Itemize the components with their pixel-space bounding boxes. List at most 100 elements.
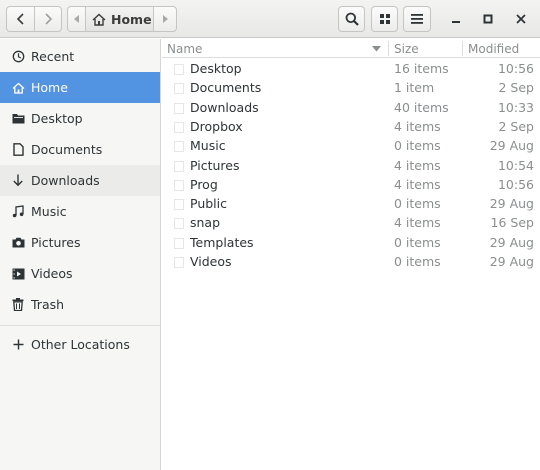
file-modified: 29 Aug <box>489 138 534 154</box>
sidebar-item-downloads[interactable]: Downloads <box>0 165 160 196</box>
file-name: Public <box>190 196 227 212</box>
file-modified: 10:56 <box>497 176 534 192</box>
sidebar-item-other-locations[interactable]: Other Locations <box>0 329 160 360</box>
camera-icon <box>11 236 25 250</box>
column-divider[interactable] <box>388 41 389 56</box>
table-row[interactable]: Downloads 40 items 10:33 <box>162 98 540 117</box>
table-row[interactable]: Prog 4 items 10:56 <box>162 175 540 194</box>
menu-button[interactable] <box>403 6 431 32</box>
trash-icon <box>11 298 25 312</box>
file-icon <box>174 160 184 172</box>
table-row[interactable]: Desktop 16 items 10:56 <box>162 59 540 78</box>
back-button[interactable] <box>6 6 35 32</box>
column-divider[interactable] <box>462 41 463 56</box>
search-button[interactable] <box>338 6 365 32</box>
home-icon <box>92 13 106 26</box>
maximize-button[interactable] <box>477 8 499 30</box>
file-icon <box>174 102 184 114</box>
sidebar-item-music[interactable]: Music <box>0 196 160 227</box>
path-home-button[interactable]: Home <box>85 6 154 32</box>
file-modified: 29 Aug <box>489 254 534 269</box>
column-header-modified[interactable]: Modified <box>468 39 538 58</box>
table-row[interactable]: Documents 1 item 2 Sep <box>162 78 540 97</box>
file-size: 0 items <box>394 234 441 250</box>
close-icon <box>516 12 526 27</box>
folder-icon <box>11 112 25 126</box>
file-icon <box>174 237 184 249</box>
sidebar-item-home[interactable]: Home <box>0 72 160 103</box>
file-list-view: Name Size Modified Desktop 16 items 10:56 D… <box>162 39 540 470</box>
triangle-right-icon <box>162 15 168 23</box>
path-scroll-left-button[interactable] <box>67 6 86 32</box>
sidebar-item-label: Music <box>31 204 67 219</box>
sidebar-item-label: Trash <box>31 297 65 312</box>
table-row[interactable]: Templates 0 items 29 Aug <box>162 233 540 252</box>
file-name: Videos <box>190 254 232 269</box>
table-row[interactable]: Music 0 items 29 Aug <box>162 136 540 155</box>
table-row[interactable]: Pictures 4 items 10:54 <box>162 156 540 175</box>
chevron-right-icon <box>43 13 53 25</box>
file-icon <box>174 140 184 153</box>
sidebar-item-recent[interactable]: Recent <box>0 41 160 72</box>
sidebar: Recent Home Desktop Documents Downloads … <box>0 39 161 470</box>
forward-button[interactable] <box>34 6 62 32</box>
path-scroll-right-button[interactable] <box>153 6 177 32</box>
sidebar-item-trash[interactable]: Trash <box>0 289 160 320</box>
sort-descending-icon <box>372 39 381 58</box>
table-row[interactable]: Videos 0 items 29 Aug <box>162 252 540 271</box>
column-header-row: Name Size Modified <box>162 39 540 58</box>
home-icon <box>11 81 25 95</box>
file-size: 16 items <box>394 61 449 76</box>
chevron-left-icon <box>16 13 26 25</box>
file-modified: 29 Aug <box>489 234 534 250</box>
table-row[interactable]: Dropbox 4 items 2 Sep <box>162 117 540 136</box>
music-icon <box>11 205 25 219</box>
minimize-button[interactable] <box>445 8 467 30</box>
file-size: 0 items <box>394 254 441 269</box>
file-icon <box>174 82 184 95</box>
file-name: Dropbox <box>190 118 243 134</box>
file-size: 0 items <box>394 138 441 154</box>
minimize-icon <box>451 12 461 27</box>
clock-icon <box>11 50 25 64</box>
file-name: Templates <box>190 234 254 250</box>
file-modified: 2 Sep <box>498 80 535 96</box>
file-size: 4 items <box>394 118 441 134</box>
file-modified: 16 Sep <box>490 215 534 231</box>
header-bar: Home <box>0 0 540 38</box>
column-modified-label: Modified <box>468 41 520 56</box>
sidebar-item-documents[interactable]: Documents <box>0 134 160 165</box>
file-modified: 29 Aug <box>489 196 534 212</box>
file-modified: 10:54 <box>497 157 534 173</box>
file-icon <box>174 217 184 230</box>
path-home-label: Home <box>111 11 152 27</box>
file-name: Pictures <box>190 157 240 173</box>
file-modified: 2 Sep <box>498 118 535 134</box>
view-mode-button[interactable] <box>371 6 398 32</box>
maximize-icon <box>483 12 493 27</box>
sidebar-item-videos[interactable]: Videos <box>0 258 160 289</box>
download-icon <box>11 174 25 188</box>
file-size: 0 items <box>394 196 441 212</box>
file-icon <box>174 63 184 75</box>
sidebar-item-desktop[interactable]: Desktop <box>0 103 160 134</box>
table-row[interactable]: Public 0 items 29 Aug <box>162 194 540 213</box>
plus-icon <box>11 338 25 352</box>
column-name-label: Name <box>167 41 203 56</box>
sidebar-item-label: Documents <box>31 142 103 157</box>
file-icon <box>174 256 184 268</box>
file-name: Documents <box>190 80 262 96</box>
sidebar-item-label: Downloads <box>31 173 100 188</box>
table-row[interactable]: snap 4 items 16 Sep <box>162 213 540 232</box>
document-icon <box>11 143 25 157</box>
sidebar-item-label: Other Locations <box>31 337 130 352</box>
sidebar-item-pictures[interactable]: Pictures <box>0 227 160 258</box>
sidebar-item-label: Home <box>31 80 68 95</box>
video-icon <box>11 267 25 281</box>
file-size: 40 items <box>394 99 449 115</box>
file-size: 4 items <box>394 215 441 231</box>
column-header-size[interactable]: Size <box>394 39 464 58</box>
triangle-left-icon <box>73 15 80 23</box>
column-header-name[interactable]: Name <box>167 39 387 58</box>
close-button[interactable] <box>510 8 532 30</box>
